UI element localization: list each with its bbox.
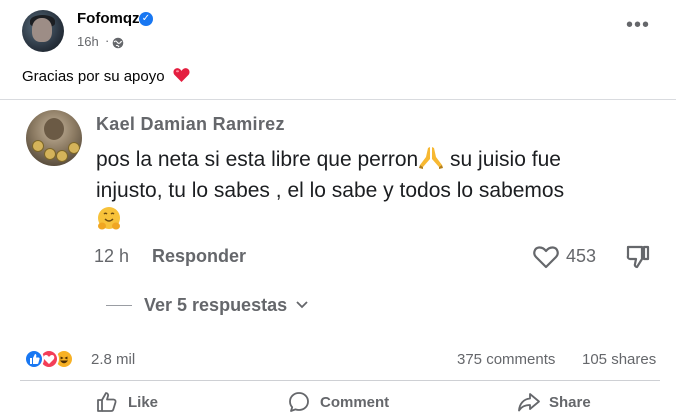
heart-outline-icon bbox=[533, 246, 559, 269]
comment-text-line1: pos la neta si esta libre que perron bbox=[96, 148, 419, 171]
post-timestamp[interactable]: 16h bbox=[77, 34, 99, 49]
hugging-face-icon bbox=[98, 207, 120, 230]
replies-divider-line bbox=[106, 305, 132, 306]
comment-button[interactable]: Comment bbox=[288, 385, 428, 419]
red-heart-icon bbox=[173, 68, 190, 82]
reply-button: Responder bbox=[152, 246, 247, 266]
comment-label: Comment bbox=[320, 394, 390, 411]
chevron-down-icon bbox=[296, 301, 308, 309]
comment-text-line1b: su juisio fue bbox=[444, 148, 561, 171]
comment-text-line2: injusto, tu lo sabes , el lo sabe y todo… bbox=[96, 179, 565, 202]
commenter-avatar bbox=[26, 110, 82, 166]
post-text: Gracias por su apoyo bbox=[22, 67, 190, 85]
more-options-button[interactable]: ••• bbox=[620, 15, 656, 40]
author-name[interactable]: Fofomqz bbox=[77, 10, 139, 27]
separator-dot: · bbox=[105, 33, 110, 48]
facebook-post: Fofomqz ✓ 16h · ••• Gracias por su apoyo… bbox=[0, 0, 676, 418]
folded-hands-icon bbox=[419, 147, 444, 169]
share-button[interactable]: Share bbox=[517, 385, 637, 419]
comment-like-count: 453 bbox=[566, 246, 597, 266]
commenter-name: Kael Damian Ramirez bbox=[96, 114, 285, 134]
view-replies-link: Ver 5 respuestas bbox=[144, 295, 308, 316]
action-bar-divider bbox=[20, 380, 660, 381]
verified-badge-icon: ✓ bbox=[139, 12, 153, 26]
thumbs-up-icon bbox=[97, 392, 117, 412]
like-label: Like bbox=[128, 394, 159, 411]
view-replies-label: Ver 5 respuestas bbox=[144, 295, 288, 315]
reaction-count[interactable]: 2.8 mil bbox=[91, 351, 135, 368]
author-avatar[interactable] bbox=[22, 10, 64, 52]
post-image[interactable]: Kael Damian Ramirez pos la neta si esta … bbox=[0, 99, 676, 338]
share-arrow-icon bbox=[518, 393, 540, 412]
shares-count[interactable]: 105 shares bbox=[582, 351, 656, 368]
share-label: Share bbox=[549, 394, 591, 411]
thumbs-down-icon bbox=[626, 245, 650, 269]
comment-timestamp: 12 h bbox=[94, 246, 130, 266]
comment-text: pos la neta si esta libre que perron su … bbox=[96, 144, 656, 238]
comments-count[interactable]: 375 comments bbox=[457, 351, 555, 368]
globe-icon bbox=[112, 37, 124, 49]
post-text-content: Gracias por su apoyo bbox=[22, 68, 165, 85]
like-button[interactable]: Like bbox=[96, 385, 216, 419]
like-reaction-icon bbox=[24, 349, 44, 369]
comment-bubble-icon bbox=[289, 392, 309, 412]
